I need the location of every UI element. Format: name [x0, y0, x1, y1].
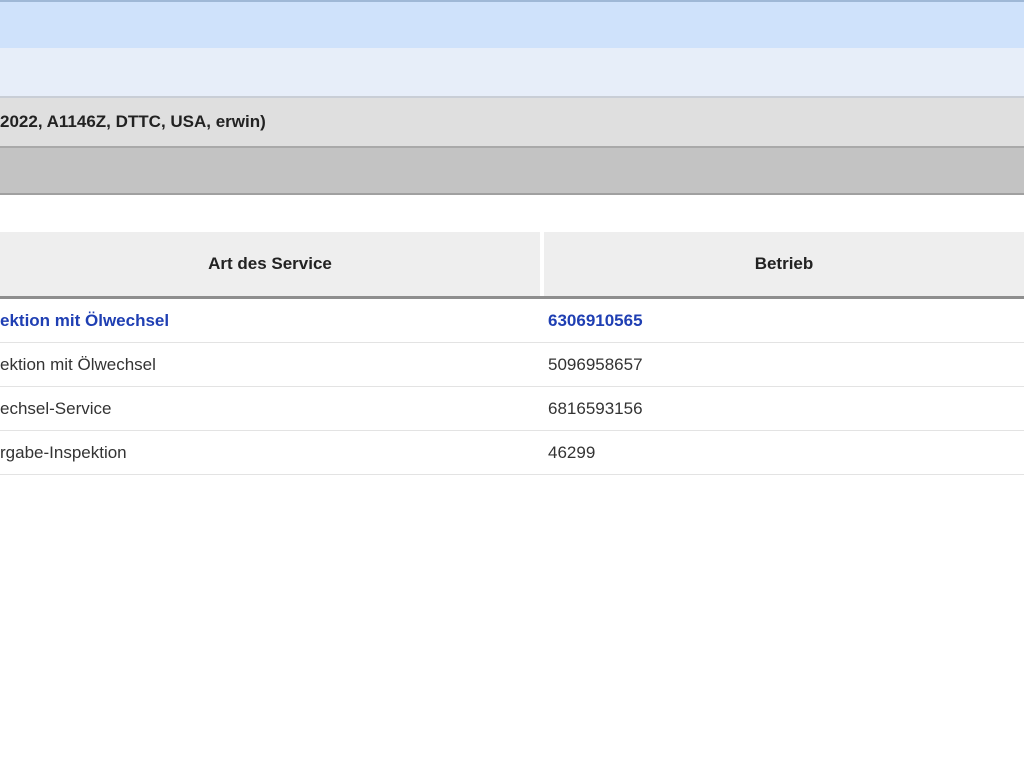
table-row[interactable]: ektion mit Ölwechsel 6306910565 — [0, 299, 1024, 343]
table-header: Art des Service Betrieb — [0, 232, 1024, 299]
service-history-table: Art des Service Betrieb ektion mit Ölwec… — [0, 232, 1024, 475]
workshop-cell[interactable]: 6306910565 — [548, 299, 643, 342]
workshop-cell: 6816593156 — [548, 398, 643, 418]
table-row[interactable]: echsel-Service 6816593156 — [0, 387, 1024, 431]
workshop-cell: 46299 — [548, 442, 596, 462]
service-type-cell[interactable]: ektion mit Ölwechsel — [0, 299, 169, 342]
column-header-workshop[interactable]: Betrieb — [544, 232, 1024, 296]
window-title-bar — [0, 0, 1024, 48]
column-header-service-type[interactable]: Art des Service — [0, 232, 540, 296]
section-header-bar — [0, 148, 1024, 195]
service-type-cell: ektion mit Ölwechsel — [0, 354, 156, 374]
workshop-cell: 5096958657 — [548, 354, 643, 374]
toolbar — [0, 48, 1024, 98]
vehicle-info-bar: 2022, A1146Z, DTTC, USA, erwin) — [0, 98, 1024, 148]
service-type-cell: echsel-Service — [0, 398, 112, 418]
service-type-cell: rgabe-Inspektion — [0, 442, 127, 462]
vehicle-info: 2022, A1146Z, DTTC, USA, erwin) — [0, 112, 266, 131]
table-row[interactable]: rgabe-Inspektion 46299 — [0, 431, 1024, 475]
table-row[interactable]: ektion mit Ölwechsel 5096958657 — [0, 343, 1024, 387]
